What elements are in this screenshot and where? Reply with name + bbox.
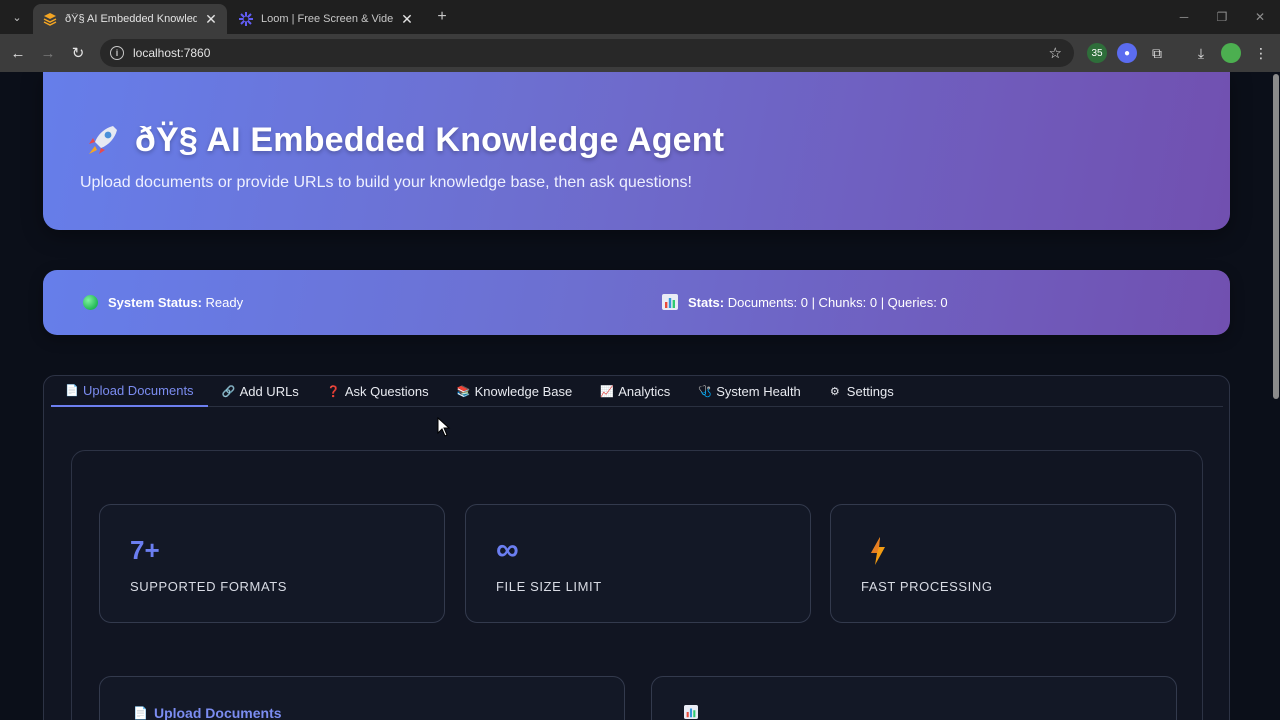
upload-section: 7+ SUPPORTED FORMATS ∞ FILE SIZE LIMIT F…: [71, 450, 1203, 720]
address-bar[interactable]: i localhost:7860 ☆: [100, 39, 1074, 67]
browser-tab-active[interactable]: ðŸ§ AI Embedded Knowledge A ✕: [33, 4, 227, 34]
tab-title: Loom | Free Screen & Video Re: [261, 13, 393, 25]
question-icon: ❓: [326, 386, 341, 398]
link-icon: 🔗: [221, 386, 236, 398]
stats-value: Documents: 0 | Chunks: 0 | Queries: 0: [727, 295, 948, 310]
minimize-icon[interactable]: ─: [1173, 6, 1195, 28]
system-status: System Status: Ready: [108, 295, 243, 310]
bar-chart-icon: [662, 294, 678, 310]
mouse-cursor-icon: [437, 417, 451, 437]
tab-label: Upload Documents: [83, 383, 194, 398]
download-icon[interactable]: ⤓: [1191, 43, 1211, 63]
tab-label: Add URLs: [239, 384, 299, 399]
bar-chart-icon: [684, 705, 698, 719]
tab-label: Knowledge Base: [474, 384, 573, 399]
loom-favicon-icon: [239, 12, 253, 26]
bookmark-star-icon[interactable]: ☆: [1049, 44, 1062, 62]
layers-favicon-icon: [43, 12, 57, 26]
bot-extension-icon[interactable]: ●: [1117, 43, 1137, 63]
stat-label: FILE SIZE LIMIT: [496, 579, 602, 594]
page-title: ðŸ§ AI Embedded Knowledge Agent: [83, 120, 724, 160]
new-tab-plus-icon[interactable]: +: [432, 7, 452, 27]
tab-system-health[interactable]: 🩺 System Health: [684, 376, 815, 407]
tab-ask-questions[interactable]: ❓ Ask Questions: [313, 376, 443, 407]
stat-label: SUPPORTED FORMATS: [130, 579, 288, 594]
extensions-puzzle-icon[interactable]: ⧉: [1147, 43, 1167, 63]
close-tab-icon[interactable]: ✕: [399, 11, 415, 27]
stats-card: [651, 676, 1177, 720]
site-info-icon[interactable]: i: [110, 46, 124, 60]
tab-add-urls[interactable]: 🔗 Add URLs: [208, 376, 313, 407]
profile-avatar[interactable]: [1221, 43, 1241, 63]
stat-card-processing: FAST PROCESSING: [830, 504, 1176, 623]
tab-label: Ask Questions: [344, 384, 429, 399]
shield-extension-icon[interactable]: 35: [1087, 43, 1107, 63]
page-subtitle: Upload documents or provide URLs to buil…: [80, 174, 692, 191]
status-bar: System Status: Ready Stats: Documents: 0…: [43, 270, 1230, 335]
document-icon: 📄: [65, 385, 79, 397]
document-icon: 📄: [133, 706, 148, 720]
tabs-panel: 📄 Upload Documents 🔗 Add URLs ❓ Ask Ques…: [43, 375, 1230, 720]
scrollbar-thumb[interactable]: [1273, 74, 1279, 399]
stats-summary: Stats: Documents: 0 | Chunks: 0 | Querie…: [688, 295, 948, 310]
stats-label: Stats:: [688, 295, 725, 310]
status-indicator-icon: [83, 295, 98, 310]
extension-badge: 35: [1091, 47, 1103, 59]
infinity-icon: ∞: [496, 531, 519, 567]
stat-value: 7+: [130, 535, 160, 565]
window-close-icon[interactable]: ✕: [1249, 6, 1271, 28]
page-viewport: ðŸ§ AI Embedded Knowledge Agent Upload d…: [0, 72, 1280, 720]
stat-card-file-size: ∞ FILE SIZE LIMIT: [465, 504, 811, 623]
tab-label: Analytics: [618, 384, 671, 399]
browser-toolbar: ← → ↻ i localhost:7860 ☆ 35 ● ⧉ ⤓ ⋮: [0, 34, 1280, 72]
url-text: localhost:7860: [133, 46, 211, 60]
forward-arrow-icon[interactable]: →: [37, 42, 59, 64]
stat-label: FAST PROCESSING: [861, 579, 993, 594]
tab-label: System Health: [716, 384, 801, 399]
tab-title: ðŸ§ AI Embedded Knowledge A: [65, 13, 197, 25]
tab-label: Settings: [846, 384, 894, 399]
back-arrow-icon[interactable]: ←: [7, 42, 29, 64]
tab-strip: 📄 Upload Documents 🔗 Add URLs ❓ Ask Ques…: [51, 376, 1223, 407]
lightning-bolt-icon: [871, 537, 885, 565]
upload-documents-card: 📄 Upload Documents: [99, 676, 625, 720]
tab-upload-documents[interactable]: 📄 Upload Documents: [51, 376, 208, 407]
browser-tab-loom[interactable]: Loom | Free Screen & Video Re ✕: [229, 4, 423, 34]
page-title-text: ðŸ§ AI Embedded Knowledge Agent: [135, 120, 725, 159]
page-scrollbar[interactable]: [1272, 72, 1280, 720]
stethoscope-icon: 🩺: [698, 386, 712, 398]
tab-knowledge-base[interactable]: 📚 Knowledge Base: [443, 376, 587, 407]
hero-banner: ðŸ§ AI Embedded Knowledge Agent Upload d…: [43, 72, 1230, 230]
status-label: System Status:: [108, 295, 202, 310]
tab-search-chevron-icon[interactable]: ⌄: [6, 6, 28, 28]
gear-icon: ⚙: [829, 386, 840, 398]
rocket-icon: [89, 126, 117, 154]
reload-icon[interactable]: ↻: [67, 42, 89, 64]
chart-increasing-icon: 📈: [600, 386, 614, 398]
browser-tab-bar: ⌄ ðŸ§ AI Embedded Knowledge A ✕ Loom | F…: [0, 0, 1280, 34]
status-value: Ready: [205, 295, 244, 310]
more-menu-icon[interactable]: ⋮: [1251, 43, 1271, 63]
stat-card-formats: 7+ SUPPORTED FORMATS: [99, 504, 445, 623]
maximize-icon[interactable]: ❐: [1211, 6, 1233, 28]
close-tab-icon[interactable]: ✕: [203, 11, 219, 27]
tab-settings[interactable]: ⚙ Settings: [815, 376, 908, 407]
upload-card-title: 📄 Upload Documents: [133, 705, 282, 720]
tab-analytics[interactable]: 📈 Analytics: [586, 376, 684, 407]
upload-card-title-text: Upload Documents: [153, 705, 282, 720]
books-icon: 📚: [456, 386, 471, 398]
